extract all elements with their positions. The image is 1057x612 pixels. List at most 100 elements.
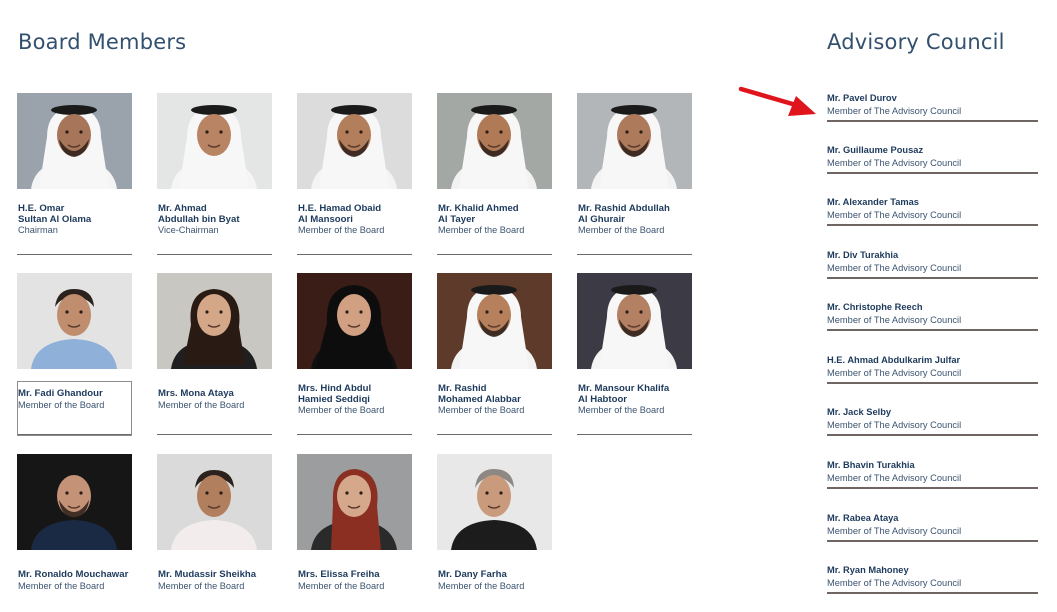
- member-name: Mr. Khalid Ahmed: [438, 203, 519, 214]
- advisory-divider: [827, 329, 1038, 331]
- board-member-card[interactable]: Mr. Dany Farha Member of the Board: [437, 454, 552, 591]
- advisory-member-role: Member of The Advisory Council: [827, 578, 962, 588]
- member-photo[interactable]: [17, 273, 132, 369]
- advisory-member-item[interactable]: Mr. Ryan Mahoney Member of The Advisory C…: [827, 565, 1039, 605]
- member-name: Mr. Mansour Khalifa: [578, 383, 670, 394]
- member-photo[interactable]: [577, 273, 692, 369]
- member-photo[interactable]: [437, 454, 552, 550]
- member-role: Member of the Board: [438, 581, 525, 591]
- advisory-member-item[interactable]: Mr. Div Turakhia Member of The Advisory C…: [827, 250, 1039, 290]
- advisory-divider: [827, 224, 1038, 226]
- board-member-card[interactable]: Mr. Mudassir Sheikha Member of the Board: [157, 454, 272, 591]
- member-name-line2: Al Tayer: [438, 214, 476, 225]
- member-photo[interactable]: [157, 93, 272, 189]
- member-photo[interactable]: [17, 93, 132, 189]
- advisory-divider: [827, 540, 1038, 542]
- board-member-card[interactable]: Mr. Rashid Abdullah Al Ghurair Member of t…: [577, 93, 692, 255]
- advisory-divider: [827, 382, 1038, 384]
- member-photo[interactable]: [17, 454, 132, 550]
- board-member-card[interactable]: Mrs. Hind Abdul Hamied Seddiqi Member of t…: [297, 273, 412, 435]
- advisory-member-name: Mr. Alexander Tamas: [827, 197, 919, 207]
- advisory-member-name: Mr. Pavel Durov: [827, 93, 897, 103]
- member-divider: [437, 434, 552, 435]
- member-photo[interactable]: [577, 93, 692, 189]
- advisory-member-role: Member of The Advisory Council: [827, 210, 962, 220]
- member-divider: [297, 434, 412, 435]
- advisory-member-item[interactable]: Mr. Jack Selby Member of The Advisory Cou…: [827, 407, 1039, 447]
- advisory-member-name: Mr. Jack Selby: [827, 407, 892, 417]
- board-member-card[interactable]: Mrs. Elissa Freiha Member of the Board: [297, 454, 412, 591]
- member-name: Mr. Mudassir Sheikha: [158, 569, 257, 580]
- red-arrow-annotation-icon: [738, 86, 816, 116]
- advisory-member-item[interactable]: Mr. Pavel Durov Member of The Advisory Co…: [827, 93, 1039, 133]
- advisory-divider: [827, 277, 1038, 279]
- member-name: Mrs. Mona Ataya: [158, 388, 234, 399]
- member-photo[interactable]: [157, 454, 272, 550]
- member-divider: [157, 434, 272, 435]
- advisory-member-item[interactable]: Mr. Bhavin Turakhia Member of The Advisor…: [827, 460, 1039, 500]
- member-name: H.E. Omar: [18, 203, 65, 214]
- member-photo[interactable]: [297, 93, 412, 189]
- board-member-card[interactable]: Mr. Mansour Khalifa Al Habtoor Member of t…: [577, 273, 692, 435]
- advisory-member-name: Mr. Div Turakhia: [827, 250, 899, 260]
- member-photo[interactable]: [297, 454, 412, 550]
- advisory-member-item[interactable]: Mr. Alexander Tamas Member of The Advisor…: [827, 197, 1039, 237]
- advisory-member-name: Mr. Guillaume Pousaz: [827, 145, 924, 155]
- advisory-member-role: Member of The Advisory Council: [827, 158, 962, 168]
- member-name: Mrs. Hind Abdul: [298, 383, 372, 394]
- member-name-line2: Mohamed Alabbar: [438, 394, 521, 405]
- member-photo[interactable]: [157, 273, 272, 369]
- member-name: H.E. Hamad Obaid: [298, 203, 382, 214]
- advisory-member-role: Member of The Advisory Council: [827, 368, 962, 378]
- board-member-card[interactable]: Mr. Khalid Ahmed Al Tayer Member of the Bo…: [437, 93, 552, 255]
- member-photo[interactable]: [437, 273, 552, 369]
- member-divider: [157, 254, 272, 255]
- board-member-card[interactable]: Mrs. Mona Ataya Member of the Board: [157, 273, 272, 435]
- member-role: Member of the Board: [298, 405, 385, 415]
- member-role: Member of the Board: [158, 581, 245, 591]
- advisory-member-item[interactable]: Mr. Christophe Reech Member of The Adviso…: [827, 302, 1039, 342]
- advisory-member-role: Member of The Advisory Council: [827, 315, 962, 325]
- member-role: Chairman: [18, 225, 58, 235]
- advisory-member-name: Mr. Christophe Reech: [827, 302, 923, 312]
- advisory-member-item[interactable]: H.E. Ahmad Abdulkarim Julfar Member of Th…: [827, 355, 1039, 395]
- advisory-member-name: Mr. Ryan Mahoney: [827, 565, 909, 575]
- advisory-member-role: Member of The Advisory Council: [827, 106, 962, 116]
- advisory-member-item[interactable]: Mr. Rabea Ataya Member of The Advisory Co…: [827, 513, 1039, 553]
- member-role: Member of the Board: [298, 581, 385, 591]
- board-member-card[interactable]: Mr. Ahmad Abdullah bin Byat Vice-Chairman: [157, 93, 272, 255]
- member-role: Member of the Board: [18, 581, 105, 591]
- advisory-divider: [827, 487, 1038, 489]
- member-divider: [577, 254, 692, 255]
- member-name: Mr. Rashid: [438, 383, 487, 394]
- board-member-card[interactable]: Mr. Rashid Mohamed Alabbar Member of the B…: [437, 273, 552, 435]
- advisory-divider: [827, 434, 1038, 436]
- board-member-card[interactable]: Mr. Ronaldo Mouchawar Member of the Board: [17, 454, 132, 591]
- member-role: Member of the Board: [578, 405, 665, 415]
- member-name: Mr. Ronaldo Mouchawar: [18, 569, 129, 580]
- advisory-member-name: Mr. Bhavin Turakhia: [827, 460, 915, 470]
- member-role: Vice-Chairman: [158, 225, 219, 235]
- advisory-divider: [827, 120, 1038, 122]
- member-role: Member of the Board: [438, 225, 525, 235]
- advisory-member-role: Member of The Advisory Council: [827, 526, 962, 536]
- member-divider: [437, 254, 552, 255]
- board-members-heading: Board Members: [18, 30, 187, 54]
- member-role: Member of the Board: [298, 225, 385, 235]
- member-photo[interactable]: [437, 93, 552, 189]
- member-divider: [17, 434, 132, 435]
- member-name-line2: Abdullah bin Byat: [158, 214, 240, 225]
- member-role: Member of the Board: [158, 400, 245, 410]
- board-member-card[interactable]: Mr. Fadi Ghandour Member of the Board: [17, 273, 132, 435]
- member-name: Mr. Rashid Abdullah: [578, 203, 670, 214]
- advisory-member-item[interactable]: Mr. Guillaume Pousaz Member of The Adviso…: [827, 145, 1039, 185]
- member-photo[interactable]: [297, 273, 412, 369]
- board-member-card[interactable]: H.E. Hamad Obaid Al Mansoori Member of the…: [297, 93, 412, 255]
- member-name: Mr. Fadi Ghandour: [18, 388, 103, 399]
- advisory-divider: [827, 172, 1038, 174]
- board-member-card[interactable]: H.E. Omar Sultan Al Olama Chairman: [17, 93, 132, 255]
- advisory-member-role: Member of The Advisory Council: [827, 473, 962, 483]
- member-divider: [577, 434, 692, 435]
- advisory-member-role: Member of The Advisory Council: [827, 420, 962, 430]
- advisory-member-name: Mr. Rabea Ataya: [827, 513, 899, 523]
